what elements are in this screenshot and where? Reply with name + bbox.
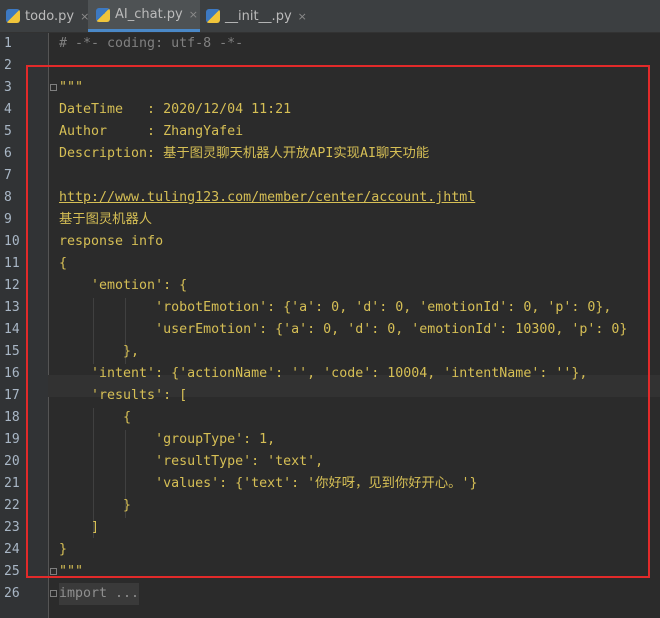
- line-number: 6: [4, 146, 12, 161]
- tab-init[interactable]: __init__.py ×: [200, 0, 310, 32]
- python-file-icon: [96, 7, 110, 22]
- line-number: 8: [4, 190, 12, 205]
- python-file-icon: [206, 9, 220, 23]
- line-number: 10: [4, 234, 20, 249]
- line-number: 9: [4, 212, 12, 227]
- code-line: # -*- coding: utf-8 -*-: [59, 36, 244, 51]
- editor-tab-bar: todo.py × AI_chat.py × __init__.py ×: [0, 0, 660, 33]
- line-number: 23: [4, 520, 20, 535]
- line-number: 18: [4, 410, 20, 425]
- line-number: 7: [4, 168, 12, 183]
- tab-ai-chat[interactable]: AI_chat.py ×: [88, 0, 200, 32]
- line-number: 4: [4, 102, 12, 117]
- line-number: 19: [4, 432, 20, 447]
- line-number: 12: [4, 278, 20, 293]
- line-number: 13: [4, 300, 20, 315]
- line-number: 16: [4, 366, 20, 381]
- line-number: 2: [4, 58, 12, 73]
- line-number: 17: [4, 388, 20, 403]
- tab-label: todo.py: [25, 8, 75, 24]
- fold-icon[interactable]: [50, 590, 57, 597]
- tab-label: AI_chat.py: [115, 7, 183, 22]
- highlight-box: [26, 65, 650, 578]
- line-number: 14: [4, 322, 20, 337]
- line-number: 3: [4, 80, 12, 95]
- line-number: 15: [4, 344, 20, 359]
- close-icon[interactable]: ×: [189, 8, 198, 21]
- line-number: 5: [4, 124, 12, 139]
- code-line: import ...: [59, 583, 140, 605]
- line-number: 22: [4, 498, 20, 513]
- tab-todo[interactable]: todo.py ×: [0, 0, 92, 32]
- close-icon[interactable]: ×: [298, 10, 307, 23]
- line-number: 11: [4, 256, 20, 271]
- line-number: 1: [4, 36, 12, 51]
- tab-label: __init__.py: [225, 8, 292, 24]
- line-number: 20: [4, 454, 20, 469]
- line-number: 25: [4, 564, 20, 579]
- line-number: 26: [4, 586, 20, 601]
- line-number: 21: [4, 476, 20, 491]
- line-number: 24: [4, 542, 20, 557]
- python-file-icon: [6, 9, 20, 23]
